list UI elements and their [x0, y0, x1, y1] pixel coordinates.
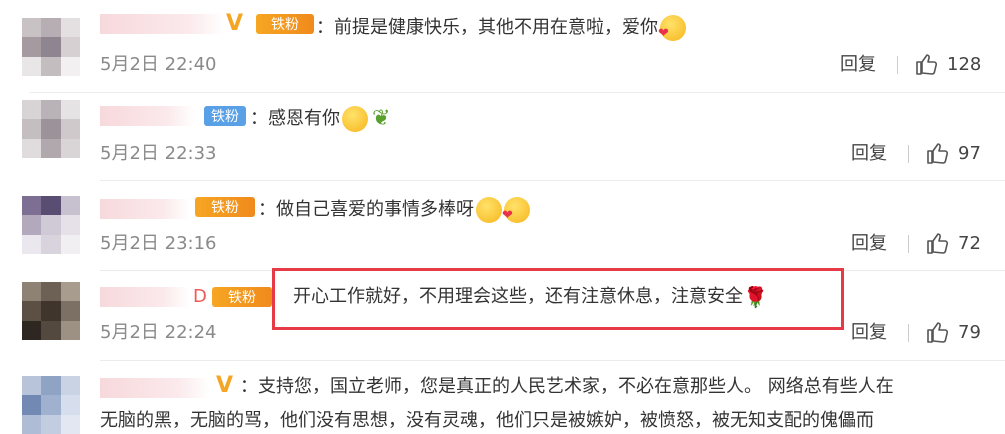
love-face-emoji-icon [502, 197, 530, 227]
comment-time: 5月2日 22:40 [100, 54, 217, 75]
comment-time: 5月2日 22:24 [100, 322, 217, 343]
like-count: 72 [958, 233, 981, 254]
fan-badge[interactable]: 铁粉 [256, 14, 314, 34]
divider [100, 360, 1005, 361]
thumbs-up-icon[interactable] [926, 232, 950, 254]
thumbs-up-icon[interactable] [926, 142, 950, 164]
comment-text-line2: 无脑的黑，无脑的骂，他们没有思想，没有灵魂，他们只是被嫉妒，被愤怒，被无知支配的… [100, 410, 874, 431]
username-tail[interactable]: D [193, 287, 207, 307]
comment-text: ：做自己喜爱的事情多棒呀 [258, 197, 530, 227]
separator [908, 145, 909, 163]
comment-text: ：感恩有你 ❦ [250, 106, 391, 132]
reply-button[interactable]: 回复 [851, 233, 887, 255]
comment-time: 5月2日 23:16 [100, 233, 217, 254]
leaf-emoji-icon: ❦ [372, 106, 391, 131]
highlight-box [272, 268, 844, 330]
username[interactable] [100, 378, 210, 398]
like-count: 128 [947, 54, 982, 75]
fan-badge[interactable]: 铁粉 [195, 197, 255, 217]
comment-text: ：前提是健康快乐，其他不用在意啦，爱你 [316, 15, 686, 45]
reply-button[interactable]: 回复 [851, 143, 887, 165]
comment-text: ：支持您，国立老师，您是真正的人民艺术家，不必在意那些人。 网络总有些人在 [240, 376, 894, 397]
username[interactable] [100, 106, 195, 126]
hug-face-emoji-icon [342, 106, 368, 132]
divider [30, 92, 1005, 93]
fan-badge[interactable]: 铁粉 [204, 106, 246, 126]
avatar[interactable] [22, 18, 80, 76]
thumbs-up-icon[interactable] [915, 53, 939, 75]
reply-button[interactable]: 回复 [840, 54, 876, 76]
like-count: 97 [958, 143, 981, 164]
comment-time: 5月2日 22:33 [100, 143, 217, 164]
reply-button[interactable]: 回复 [851, 322, 887, 344]
separator [908, 235, 909, 253]
verified-icon: V [216, 373, 234, 398]
avatar[interactable] [22, 196, 80, 254]
separator [908, 324, 909, 342]
separator [897, 56, 898, 74]
username[interactable] [100, 14, 225, 34]
avatar[interactable] [22, 376, 80, 434]
avatar[interactable] [22, 100, 80, 158]
like-count: 79 [958, 322, 981, 343]
divider [100, 180, 1005, 181]
verified-icon: V [226, 11, 244, 36]
fan-badge[interactable]: 铁粉 [212, 287, 272, 307]
hug-face-emoji-icon [476, 197, 502, 223]
username[interactable] [100, 199, 190, 219]
love-face-emoji-icon [658, 15, 686, 45]
thumbs-up-icon[interactable] [926, 321, 950, 343]
avatar[interactable] [22, 282, 80, 340]
username[interactable] [100, 287, 190, 307]
